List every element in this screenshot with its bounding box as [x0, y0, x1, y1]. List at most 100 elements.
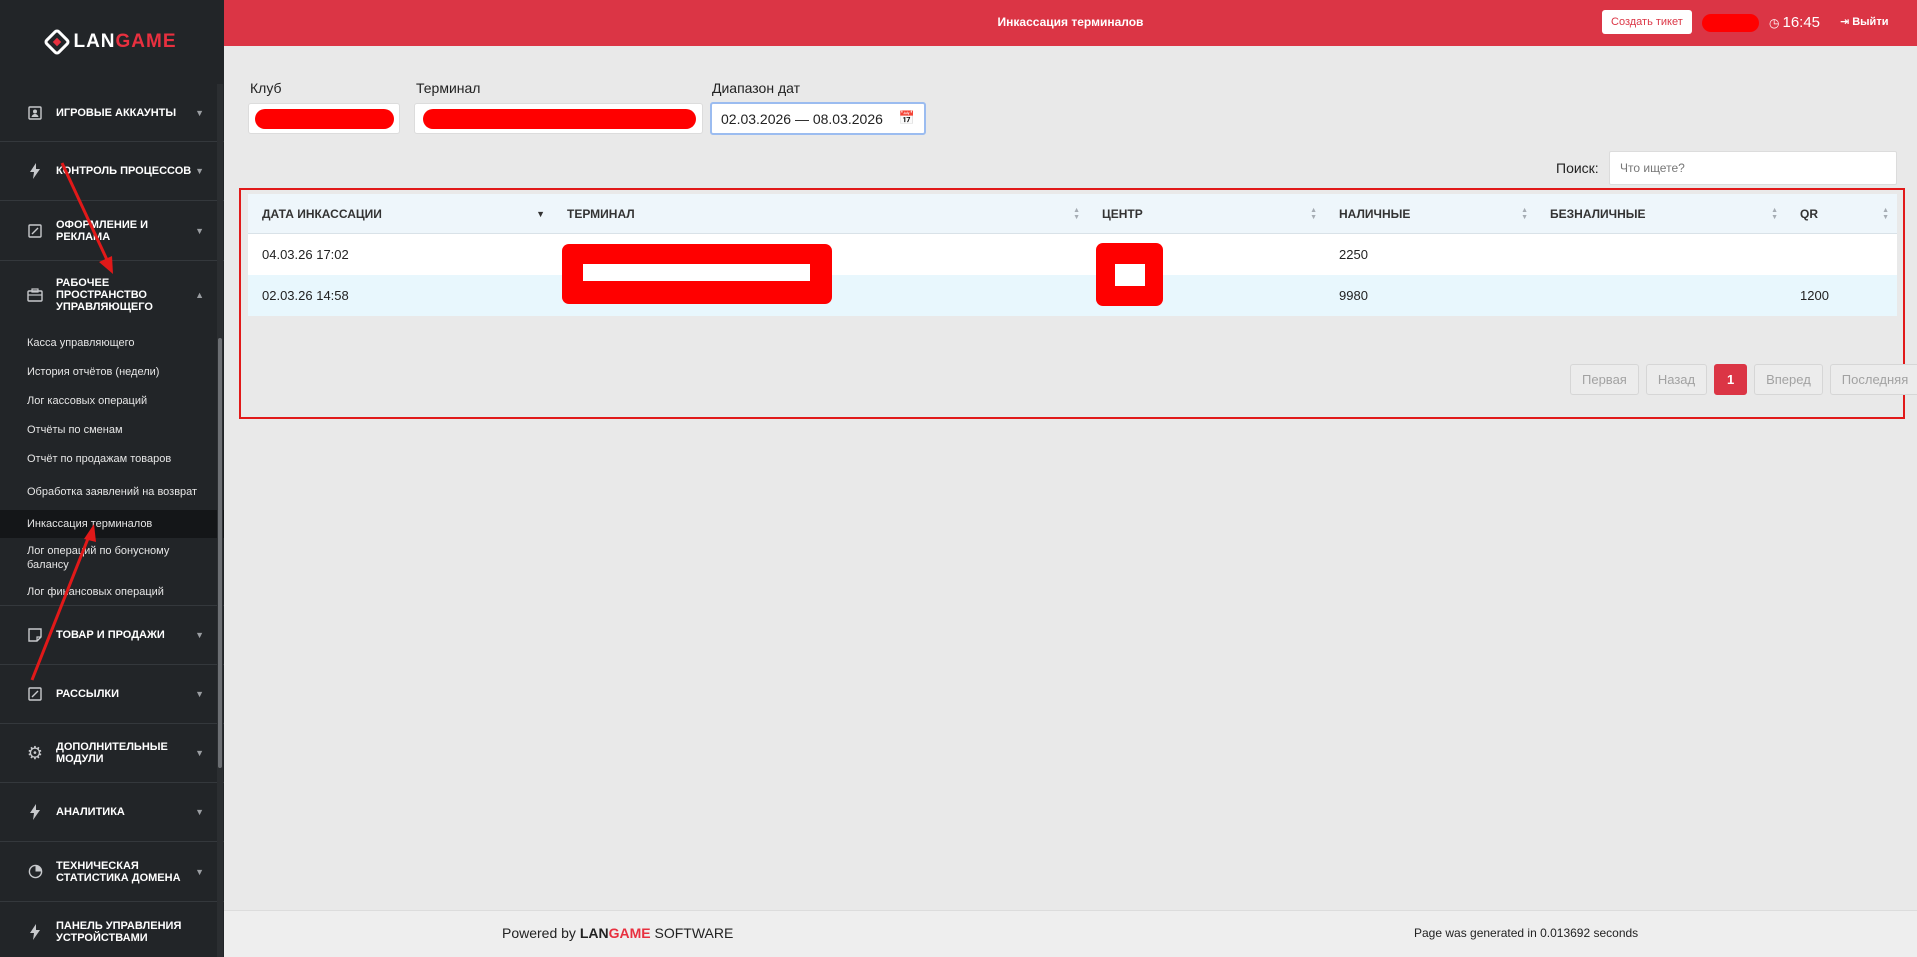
sort-icon: ▲ ▼: [1310, 206, 1317, 221]
sidebar-group-label: ДОПОЛНИТЕЛЬНЫЕ МОДУЛИ: [56, 741, 168, 765]
sidebar-group-label: ИГРОВЫЕ АККАУНТЫ: [56, 106, 177, 119]
topbar: Инкассация терминалов Создать тикет ◷ 16…: [224, 0, 1917, 46]
sidebar-group-manager-workspace[interactable]: РАБОЧЕЕ ПРОСТРАНСТВО УПРАВЛЯЮЩЕГО ▲: [0, 261, 224, 328]
briefcase-icon: [26, 286, 44, 304]
table-row: 04.03.26 17:02 2250: [248, 234, 1897, 275]
create-ticket-button[interactable]: Создать тикет: [1602, 10, 1692, 34]
sidebar: LANGAME ИГРОВЫЕ АККАУНТЫ ▼ КОНТРОЛЬ ПРОЦ…: [0, 0, 224, 957]
sort-icon: ▲ ▼: [1521, 206, 1528, 221]
redacted-terminal: [423, 109, 696, 129]
sort-desc-icon: ▼: [536, 208, 545, 219]
sidebar-scrollbar-thumb[interactable]: [218, 338, 222, 768]
sidebar-group-extra-modules[interactable]: ⚙ ДОПОЛНИТЕЛЬНЫЕ МОДУЛИ ▼: [0, 724, 224, 783]
sidebar-group-goods-sales[interactable]: ТОВАР И ПРОДАЖИ ▼: [0, 606, 224, 665]
user-badge-icon: [26, 104, 44, 122]
page-first-button[interactable]: Первая: [1570, 364, 1639, 395]
logout-label: Выйти: [1852, 15, 1889, 28]
search-input[interactable]: [1609, 151, 1897, 185]
sidebar-group-design-ads[interactable]: ОФОРМЛЕНИЕ И РЕКЛАМА ▼: [0, 201, 224, 261]
page-next-button[interactable]: Вперед: [1754, 364, 1823, 395]
col-header-label: Безналичные: [1550, 206, 1646, 221]
sidebar-group-game-accounts[interactable]: ИГРОВЫЕ АККАУНТЫ ▼: [0, 84, 224, 142]
sidebar-item-sales-report[interactable]: Отчёт по продажам товаров: [0, 444, 224, 473]
cell-qr: 1200: [1800, 288, 1829, 303]
page-current-button[interactable]: 1: [1714, 364, 1748, 395]
sidebar-group-process-control[interactable]: КОНТРОЛЬ ПРОЦЕССОВ ▼: [0, 142, 224, 201]
col-header-label: Терминал: [567, 206, 635, 221]
sidebar-item-finance-log[interactable]: Лог финансовых операций: [0, 578, 224, 606]
sidebar-group-label: АНАЛИТИКА: [56, 806, 125, 818]
footer: Powered by LANGAME SOFTWARE Page was gen…: [224, 910, 1917, 957]
sidebar-item-refund-requests[interactable]: Обработка заявлений на возврат: [0, 473, 224, 510]
col-header-date[interactable]: Дата инкассации ▼: [248, 194, 553, 234]
logo-mark-icon: [43, 27, 72, 57]
col-header-qr[interactable]: QR ▲ ▼: [1786, 194, 1897, 234]
sticky-note-icon: [26, 626, 44, 644]
sidebar-group-label: ПАНЕЛЬ УПРАВЛЕНИЯ УСТРОЙСТВАМИ: [56, 920, 182, 944]
col-header-center[interactable]: Центр ▲ ▼: [1088, 194, 1325, 234]
sidebar-item-shift-reports[interactable]: Отчёты по сменам: [0, 415, 224, 444]
page-prev-button[interactable]: Назад: [1645, 364, 1708, 395]
col-header-cash[interactable]: Наличные ▲ ▼: [1325, 194, 1536, 234]
col-header-label: Наличные: [1339, 206, 1411, 221]
sidebar-group-label: РАССЫЛКИ: [56, 688, 120, 700]
page-last-button[interactable]: Последняя: [1829, 364, 1917, 395]
col-header-terminal[interactable]: Терминал ▲ ▼: [553, 194, 1088, 234]
sidebar-item-bonus-log[interactable]: Лог операций по бонусному балансу: [0, 538, 224, 578]
table-row: 02.03.26 14:58 9980 1200: [248, 275, 1897, 316]
edit-square-icon: [26, 222, 44, 240]
sidebar-group-analytics[interactable]: АНАЛИТИКА ▼: [0, 783, 224, 842]
sidebar-item-report-history[interactable]: История отчётов (недели): [0, 357, 224, 386]
pie-chart-icon: [26, 863, 44, 881]
sidebar-group-device-panel[interactable]: ПАНЕЛЬ УПРАВЛЕНИЯ УСТРОЙСТВАМИ: [0, 902, 224, 957]
sidebar-item-manager-cashbox[interactable]: Касса управляющего: [0, 328, 224, 357]
caret-down-icon: ▼: [195, 630, 204, 640]
col-header-label: Центр: [1102, 206, 1143, 221]
caret-down-icon: ▼: [195, 807, 204, 817]
redacted-center-cell: [1096, 243, 1163, 306]
caret-down-icon: ▼: [195, 748, 204, 758]
cell-cash: 9980: [1339, 288, 1368, 303]
date-range-input[interactable]: 02.03.2026 — 08.03.2026 📅: [710, 102, 926, 135]
langame-logo[interactable]: LANGAME: [0, 0, 224, 84]
clock-time: 16:45: [1782, 14, 1821, 31]
col-header-label: QR: [1800, 206, 1818, 221]
caret-down-icon: ▼: [195, 866, 204, 877]
club-select[interactable]: [248, 103, 400, 134]
sidebar-item-cash-log[interactable]: Лог кассовых операций: [0, 386, 224, 415]
sidebar-group-label: РАБОЧЕЕ ПРОСТРАНСТВО УПРАВЛЯЮЩЕГО: [56, 276, 153, 313]
col-header-cashless[interactable]: Безналичные ▲ ▼: [1536, 194, 1786, 234]
sort-icon: ▲ ▼: [1771, 206, 1778, 221]
caret-down-icon: ▼: [195, 107, 204, 118]
calendar-icon: 📅: [898, 110, 915, 125]
sort-icon: ▲ ▼: [1073, 206, 1080, 221]
col-header-label: Дата инкассации: [262, 206, 382, 221]
terminal-select[interactable]: [414, 103, 703, 134]
caret-down-icon: ▼: [195, 166, 204, 176]
clock-icon: ◷: [1769, 15, 1780, 30]
sidebar-group-domain-stats[interactable]: ТЕХНИЧЕСКАЯ СТАТИСТИКА ДОМЕНА ▼: [0, 842, 224, 902]
cell-date: 04.03.26 17:02: [262, 247, 349, 262]
edit-square-icon: [26, 685, 44, 703]
sidebar-group-label: ТЕХНИЧЕСКАЯ СТАТИСТИКА ДОМЕНА: [56, 859, 181, 884]
lightning-icon: [26, 162, 44, 180]
date-range-value: 02.03.2026 — 08.03.2026: [721, 110, 883, 127]
redacted-username[interactable]: [1702, 14, 1759, 32]
lightning-icon: [26, 923, 44, 941]
gear-icon: ⚙: [26, 742, 44, 763]
pagination: Первая Назад 1 Вперед Последняя: [1570, 364, 1917, 395]
generation-time: Page was generated in 0.013692 seconds: [1414, 926, 1639, 940]
cell-cash: 2250: [1339, 247, 1368, 262]
search-label: Поиск:: [1556, 160, 1599, 176]
logout-link[interactable]: ⇥ Выйти: [1840, 15, 1889, 29]
date-range-label: Диапазон дат: [712, 80, 801, 96]
redacted-terminal-cell: [562, 244, 832, 304]
sidebar-group-mailings[interactable]: РАССЫЛКИ ▼: [0, 665, 224, 724]
powered-by-text: Powered by: [502, 925, 576, 941]
sidebar-item-terminal-collection[interactable]: Инкассация терминалов: [0, 510, 224, 538]
sidebar-group-label: КОНТРОЛЬ ПРОЦЕССОВ: [56, 165, 192, 177]
sort-icon: ▲ ▼: [1882, 206, 1889, 221]
sidebar-group-label: ОФОРМЛЕНИЕ И РЕКЛАМА: [56, 218, 149, 243]
terminal-label: Терминал: [416, 80, 481, 96]
footer-brand: LANGAME: [579, 925, 651, 941]
